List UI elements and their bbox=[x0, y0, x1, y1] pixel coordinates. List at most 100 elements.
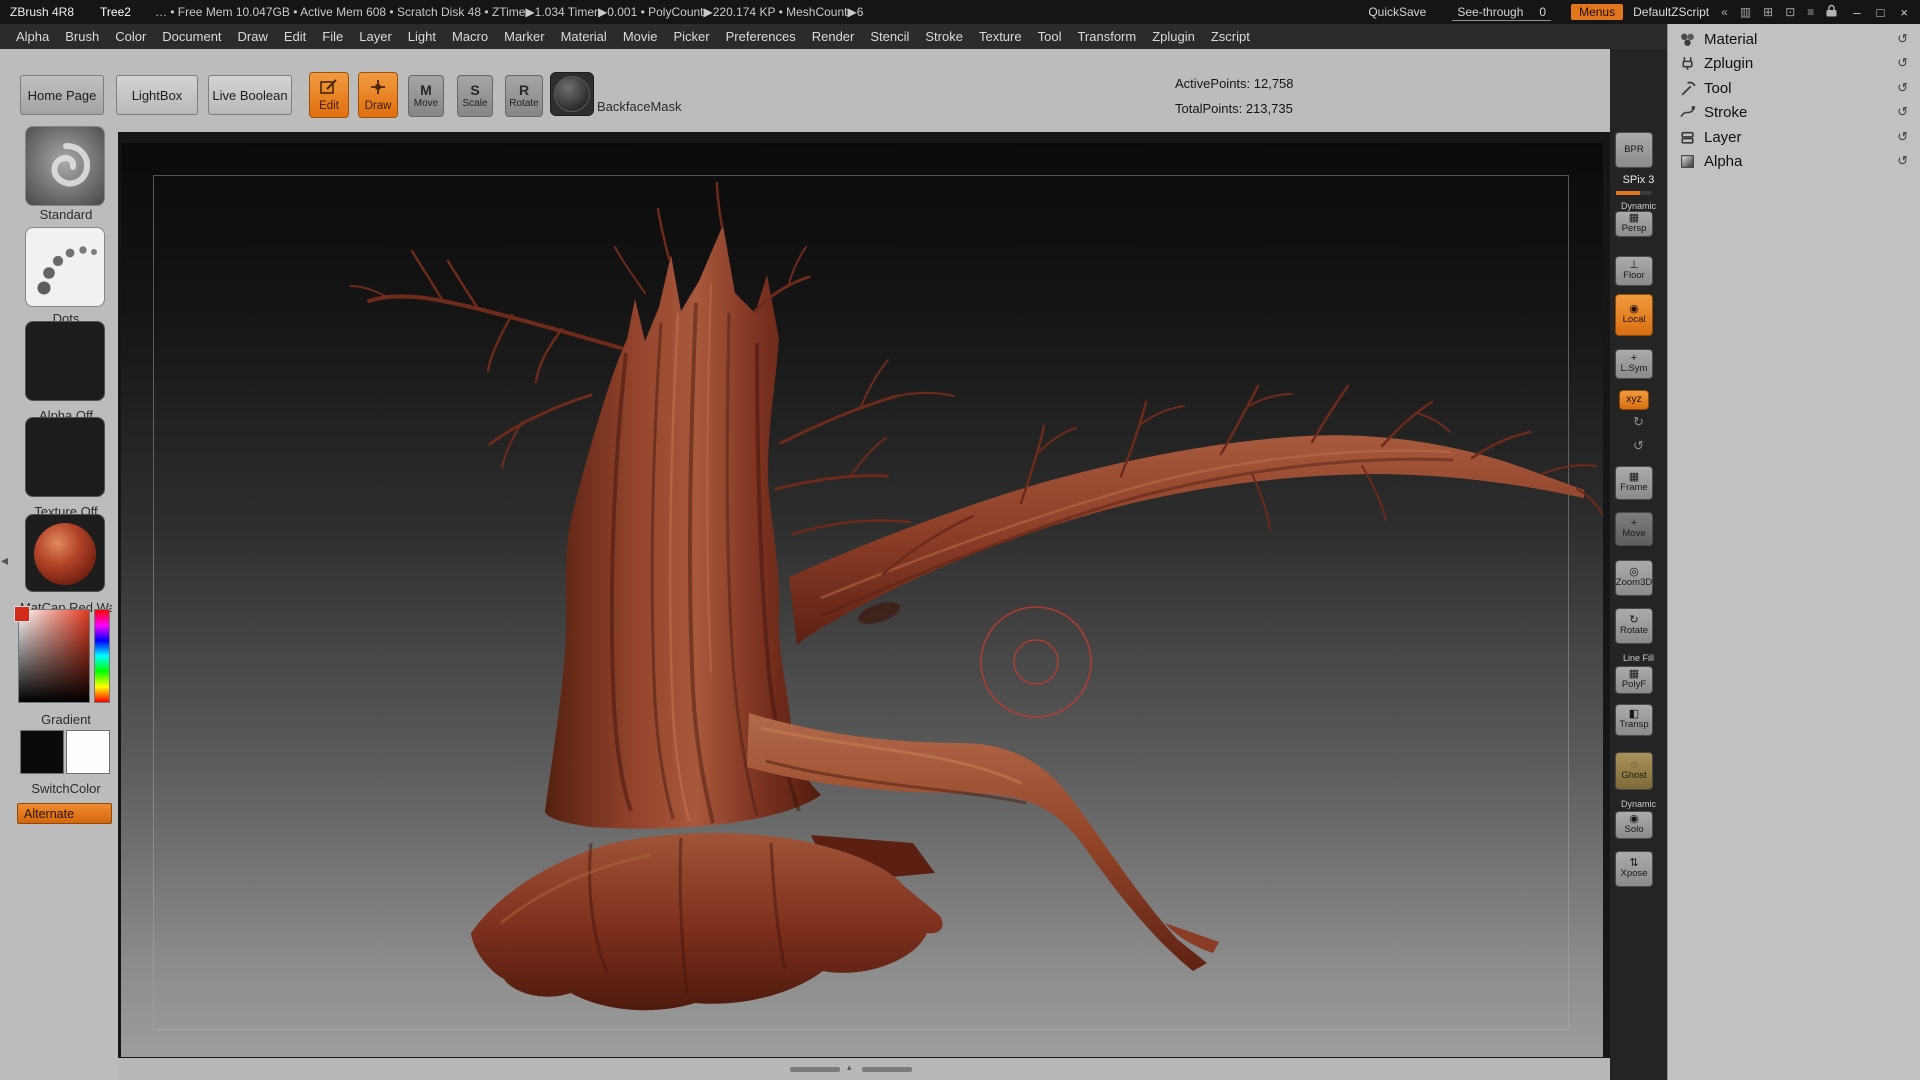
h-scrollbar-left[interactable] bbox=[790, 1067, 840, 1072]
solo-button[interactable]: ◉ Solo bbox=[1615, 811, 1653, 839]
rotate-3d-button[interactable]: ↻ Rotate bbox=[1615, 608, 1653, 644]
menu-edit[interactable]: Edit bbox=[276, 29, 314, 44]
cycle-icon[interactable]: ↺ bbox=[1897, 153, 1908, 169]
minimize-button[interactable]: – bbox=[1853, 5, 1860, 20]
menu-texture[interactable]: Texture bbox=[971, 29, 1030, 44]
transp-button[interactable]: ◧ Transp bbox=[1615, 704, 1653, 736]
bpr-button[interactable]: BPR bbox=[1615, 132, 1653, 168]
move-icon: M bbox=[420, 83, 432, 98]
color-picker[interactable] bbox=[18, 609, 110, 703]
move-button[interactable]: M Move bbox=[408, 75, 444, 117]
live-boolean-button[interactable]: Live Boolean bbox=[208, 75, 292, 115]
menu-document[interactable]: Document bbox=[154, 29, 229, 44]
menu-preferences[interactable]: Preferences bbox=[718, 29, 804, 44]
hue-strip[interactable] bbox=[94, 609, 110, 703]
menu-transform[interactable]: Transform bbox=[1069, 29, 1144, 44]
scroll-center-arrow[interactable]: ▴ bbox=[847, 1062, 852, 1073]
h-scrollbar-right[interactable] bbox=[862, 1067, 912, 1072]
tray-item-layer[interactable]: Layer ↺ bbox=[1667, 125, 1920, 149]
xpose-button[interactable]: ⇅ Xpose bbox=[1615, 851, 1653, 887]
current-texture-thumbnail[interactable] bbox=[25, 417, 105, 497]
tray-item-label: Material bbox=[1704, 31, 1757, 48]
tray-item-material[interactable]: Material ↺ bbox=[1667, 27, 1920, 51]
dots-stroke-icon bbox=[26, 228, 105, 307]
collapse-left-icon[interactable]: « bbox=[1721, 5, 1728, 19]
current-material-thumbnail[interactable] bbox=[25, 514, 105, 592]
menu-draw[interactable]: Draw bbox=[230, 29, 276, 44]
lsym-button[interactable]: + L.Sym bbox=[1615, 349, 1653, 379]
menu-file[interactable]: File bbox=[314, 29, 351, 44]
edit-button[interactable]: Edit bbox=[309, 72, 349, 118]
current-alpha-thumbnail[interactable] bbox=[25, 321, 105, 401]
scale-button[interactable]: S Scale bbox=[457, 75, 493, 117]
ui-grid-icon[interactable]: ⊞ bbox=[1763, 5, 1773, 19]
menu-alpha[interactable]: Alpha bbox=[8, 29, 57, 44]
alternate-button[interactable]: Alternate bbox=[17, 803, 112, 824]
floor-button[interactable]: ⊥ Floor bbox=[1615, 256, 1653, 286]
cycle-icon[interactable]: ↺ bbox=[1897, 104, 1908, 120]
pivot-reset-icon[interactable]: ↺ bbox=[1610, 438, 1667, 454]
xyz-button[interactable]: xyz bbox=[1619, 390, 1649, 410]
total-points-count: TotalPoints: 213,735 bbox=[1175, 101, 1293, 116]
cycle-icon[interactable]: ↺ bbox=[1897, 31, 1908, 47]
matcap-sphere-icon bbox=[34, 523, 96, 585]
current-brush-thumbnail[interactable] bbox=[25, 126, 105, 206]
maximize-button[interactable]: □ bbox=[1877, 5, 1885, 20]
ui-menu-icon[interactable]: ≡ bbox=[1807, 5, 1814, 19]
ui-palette-icon[interactable]: ▥ bbox=[1740, 5, 1751, 19]
saturation-value-square[interactable] bbox=[18, 609, 90, 703]
backfacemask-brush-icon[interactable] bbox=[550, 72, 594, 116]
tree-model[interactable] bbox=[121, 143, 1603, 1057]
quicksave-button[interactable]: QuickSave bbox=[1368, 5, 1426, 19]
menu-tool[interactable]: Tool bbox=[1030, 29, 1070, 44]
menu-color[interactable]: Color bbox=[107, 29, 154, 44]
polyframe-button[interactable]: ▦ PolyF bbox=[1615, 666, 1653, 694]
secondary-color-swatch[interactable] bbox=[66, 730, 110, 774]
menu-light[interactable]: Light bbox=[400, 29, 444, 44]
lock-icon[interactable] bbox=[1826, 4, 1837, 20]
draw-button[interactable]: Draw bbox=[358, 72, 398, 118]
persp-button[interactable]: ▦ Persp bbox=[1615, 211, 1653, 237]
left-tray-collapse-handle[interactable]: ◂ bbox=[1, 552, 8, 569]
main-color-swatch[interactable] bbox=[20, 730, 64, 774]
pivot-rotate-icon[interactable]: ↻ bbox=[1610, 414, 1667, 430]
home-page-button[interactable]: Home Page bbox=[20, 75, 104, 115]
cycle-icon[interactable]: ↺ bbox=[1897, 129, 1908, 145]
menu-stencil[interactable]: Stencil bbox=[862, 29, 917, 44]
menu-marker[interactable]: Marker bbox=[496, 29, 552, 44]
tray-item-zplugin[interactable]: Zplugin ↺ bbox=[1667, 51, 1920, 75]
ghost-button[interactable]: ◌ Ghost bbox=[1615, 752, 1653, 790]
menu-zplugin[interactable]: Zplugin bbox=[1144, 29, 1203, 44]
current-stroke-thumbnail[interactable] bbox=[25, 227, 105, 307]
menu-zscript[interactable]: Zscript bbox=[1203, 29, 1258, 44]
menus-toggle[interactable]: Menus bbox=[1571, 4, 1623, 20]
frame-button[interactable]: ▦ Frame bbox=[1615, 466, 1653, 500]
viewport-canvas[interactable] bbox=[121, 143, 1603, 1057]
current-color-swatch[interactable] bbox=[14, 606, 30, 622]
menu-movie[interactable]: Movie bbox=[615, 29, 666, 44]
menu-picker[interactable]: Picker bbox=[666, 29, 718, 44]
see-through-slider[interactable]: See-through 0 bbox=[1452, 4, 1551, 21]
xyz-label: xyz bbox=[1626, 394, 1642, 406]
spix-slider[interactable] bbox=[1615, 190, 1653, 196]
menu-layer[interactable]: Layer bbox=[351, 29, 400, 44]
ui-config-icon[interactable]: ⊡ bbox=[1785, 5, 1795, 19]
rotate-button[interactable]: R Rotate bbox=[505, 75, 543, 117]
menu-material[interactable]: Material bbox=[553, 29, 615, 44]
menu-macro[interactable]: Macro bbox=[444, 29, 496, 44]
menu-stroke[interactable]: Stroke bbox=[917, 29, 971, 44]
menu-render[interactable]: Render bbox=[804, 29, 863, 44]
tray-item-alpha[interactable]: Alpha ↺ bbox=[1667, 149, 1920, 173]
close-button[interactable]: × bbox=[1900, 5, 1908, 20]
menu-brush[interactable]: Brush bbox=[57, 29, 107, 44]
tray-item-stroke[interactable]: Stroke ↺ bbox=[1667, 100, 1920, 124]
default-zscript-button[interactable]: DefaultZScript bbox=[1633, 5, 1709, 19]
tray-item-tool[interactable]: Tool ↺ bbox=[1667, 76, 1920, 100]
local-button[interactable]: ◉ Local bbox=[1615, 294, 1653, 336]
lightbox-button[interactable]: LightBox bbox=[116, 75, 198, 115]
cycle-icon[interactable]: ↺ bbox=[1897, 55, 1908, 71]
zoom3d-button[interactable]: ◎ Zoom3D bbox=[1615, 560, 1653, 596]
alternate-label: Alternate bbox=[24, 807, 74, 821]
cycle-icon[interactable]: ↺ bbox=[1897, 80, 1908, 96]
move-3d-button[interactable]: + Move bbox=[1615, 512, 1653, 546]
